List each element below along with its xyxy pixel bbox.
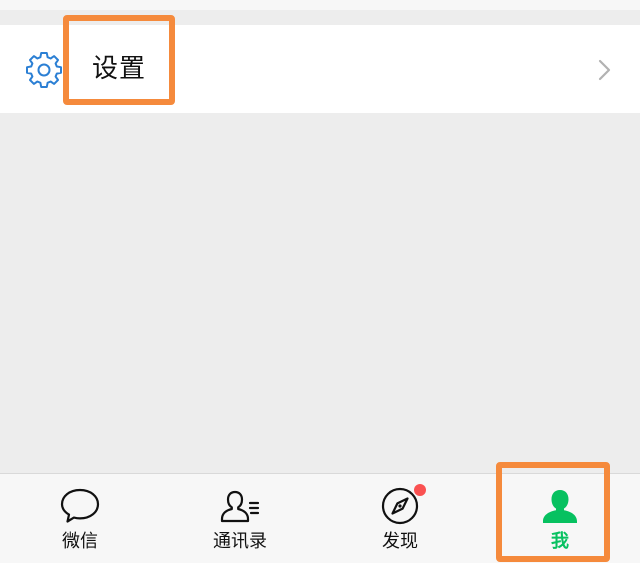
settings-row[interactable]: 设置	[0, 25, 640, 113]
chat-bubble-icon	[60, 488, 100, 523]
gear-icon	[26, 52, 62, 88]
contacts-icon	[220, 490, 260, 523]
settings-label: 设置	[92, 54, 147, 84]
top-strip	[0, 0, 640, 10]
me-screen: 设置 微信 通讯录 发现 我	[0, 0, 640, 563]
tab-contacts[interactable]: 通讯录	[160, 474, 320, 563]
tab-discover-label: 发现	[382, 531, 418, 552]
discover-badge-dot	[414, 484, 426, 496]
tab-contacts-label: 通讯录	[213, 531, 267, 552]
tab-chats[interactable]: 微信	[0, 474, 160, 563]
tab-discover[interactable]: 发现	[320, 474, 480, 563]
person-icon	[543, 490, 577, 523]
chevron-right-icon	[598, 59, 611, 81]
tab-me-label: 我	[551, 531, 569, 552]
tab-chats-label: 微信	[62, 531, 98, 552]
tab-me[interactable]: 我	[480, 474, 640, 563]
bottom-tab-bar: 微信 通讯录 发现 我	[0, 473, 640, 563]
